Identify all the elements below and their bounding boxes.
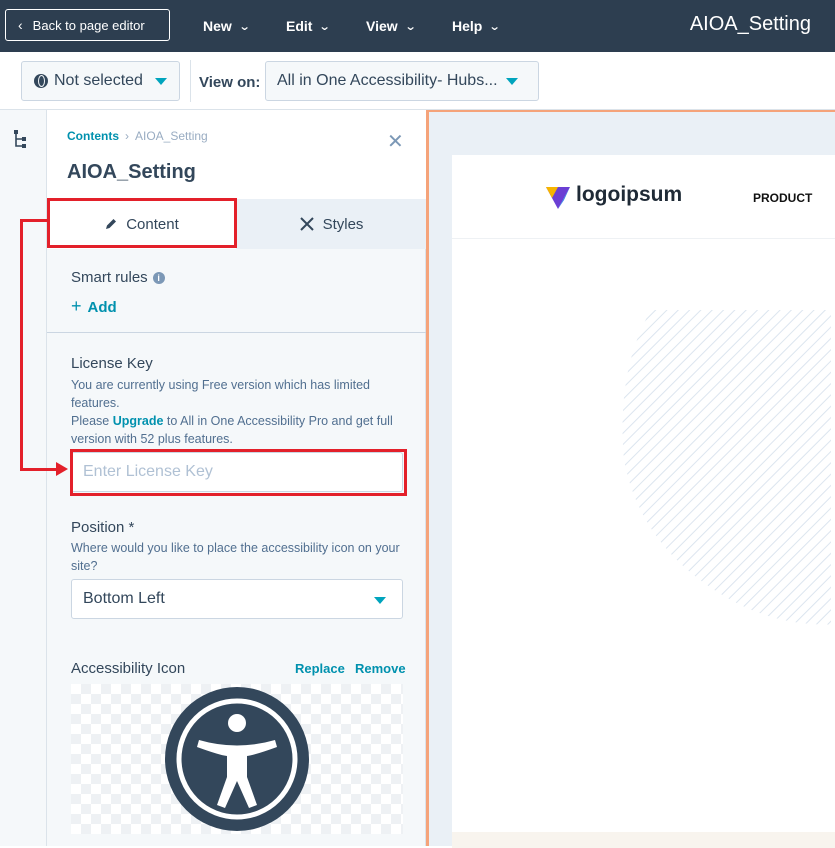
annotation-connector-bottom	[20, 468, 60, 471]
chevron-down-icon: ⌄	[319, 20, 332, 33]
menu-edit-label: Edit	[286, 18, 313, 34]
remove-link[interactable]: Remove	[355, 661, 406, 676]
smart-rules-heading: Smart rules i	[71, 269, 165, 287]
view-on-label: View on:	[199, 74, 261, 91]
license-key-label: License Key	[71, 355, 153, 372]
upgrade-link[interactable]: Upgrade	[113, 414, 164, 428]
license-help-please: Please	[71, 414, 110, 428]
position-help-text: Where would you like to place the access…	[71, 541, 400, 573]
sidebar-header: Contents › AIOA_Setting AIOA_Setting ✕	[47, 110, 426, 199]
menu-edit[interactable]: Edit ⌄	[286, 0, 332, 52]
logo-mark-icon	[546, 187, 570, 209]
chevron-down-icon: ⌄	[404, 20, 417, 33]
add-label: Add	[87, 299, 117, 316]
annotation-license-input-highlight	[70, 449, 407, 496]
plus-icon: +	[71, 296, 82, 316]
close-icon[interactable]: ✕	[387, 132, 404, 152]
caret-down-icon	[374, 597, 386, 604]
view-on-value: All in One Accessibility- Hubs...	[277, 72, 498, 89]
top-navigation-bar: ‹ Back to page editor New ⌄ Edit ⌄ View …	[0, 0, 835, 52]
module-title: AIOA_Setting	[67, 161, 196, 183]
menu-view[interactable]: View ⌄	[366, 0, 417, 52]
chevron-down-icon: ⌄	[238, 20, 251, 33]
position-label: Position *	[71, 519, 135, 536]
tab-styles[interactable]: Styles	[236, 199, 426, 249]
caret-down-icon	[154, 77, 167, 85]
breadcrumb-separator-icon: ›	[125, 129, 129, 143]
page-preview: logoipsum PRODUCT	[426, 110, 835, 848]
add-smart-rule-button[interactable]: + Add	[71, 296, 117, 317]
accessibility-icon-label: Accessibility Icon	[71, 660, 186, 677]
preview-logo-text: logoipsum	[576, 183, 683, 206]
smart-rules-section: Smart rules i + Add	[47, 249, 426, 333]
menu-help-label: Help	[452, 18, 483, 34]
tab-styles-label: Styles	[322, 215, 364, 233]
breadcrumb-current: AIOA_Setting	[135, 129, 208, 143]
annotation-arrow-head-icon	[56, 462, 68, 476]
selection-label: Not selected	[54, 72, 143, 89]
styles-brush-icon	[299, 217, 314, 231]
breadcrumb-contents-link[interactable]: Contents	[67, 129, 119, 143]
globe-icon	[34, 74, 48, 88]
menu-new-label: New	[203, 18, 232, 34]
annotation-connector-top	[20, 219, 48, 222]
info-icon[interactable]: i	[152, 272, 165, 284]
preview-header: logoipsum PRODUCT	[452, 155, 835, 239]
menu-view-label: View	[366, 18, 398, 34]
editor-toolbar: Not selected View on: All in One Accessi…	[0, 52, 835, 110]
smart-rules-label: Smart rules	[71, 269, 148, 286]
chevron-left-icon: ‹	[18, 17, 23, 33]
menu-help[interactable]: Help ⌄	[452, 0, 501, 52]
accessibility-icon-preview	[71, 684, 403, 834]
back-to-page-editor-button[interactable]: ‹ Back to page editor	[5, 9, 170, 41]
tree-structure-icon[interactable]	[13, 129, 29, 149]
preview-nav-product[interactable]: PRODUCT	[753, 191, 812, 205]
app-title: AIOA_Setting	[689, 13, 811, 35]
replace-link[interactable]: Replace	[295, 661, 345, 676]
chevron-down-icon: ⌄	[488, 20, 501, 33]
position-dropdown[interactable]: Bottom Left	[71, 579, 403, 619]
menu-new[interactable]: New ⌄	[203, 0, 251, 52]
toolbar-divider	[190, 60, 191, 102]
accessibility-person-icon	[165, 687, 309, 831]
license-help-line1: You are currently using Free version whi…	[71, 378, 370, 410]
hero-hatched-shape	[622, 310, 831, 625]
annotation-connector-vertical	[20, 219, 23, 471]
license-help-text: You are currently using Free version whi…	[71, 376, 401, 448]
back-button-label: Back to page editor	[32, 17, 145, 33]
position-value: Bottom Left	[83, 590, 165, 607]
caret-down-icon	[505, 77, 518, 85]
selection-dropdown[interactable]: Not selected	[21, 61, 180, 101]
annotation-content-tab-highlight	[47, 198, 237, 248]
breadcrumb: Contents › AIOA_Setting	[67, 129, 208, 143]
view-on-dropdown[interactable]: All in One Accessibility- Hubs...	[265, 61, 539, 101]
preview-page: logoipsum PRODUCT	[452, 155, 835, 848]
